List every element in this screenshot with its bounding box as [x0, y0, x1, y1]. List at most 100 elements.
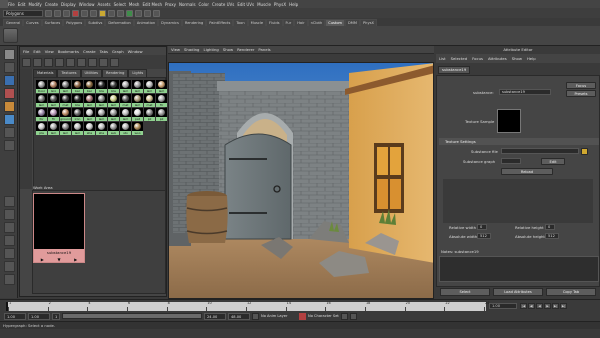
menu-help[interactable]: Help	[289, 2, 298, 7]
paint-select-tool-icon[interactable]	[4, 75, 15, 86]
material-swatch[interactable]: sha	[96, 122, 107, 135]
shelf-tab-general[interactable]: General	[3, 19, 24, 26]
material-swatch[interactable]: lam	[48, 94, 59, 107]
last-tool-icon[interactable]	[4, 140, 15, 151]
keyframe-icon[interactable]	[252, 312, 259, 320]
layout-outliner-icon[interactable]	[4, 235, 15, 246]
substance-name-field[interactable]: substance19	[499, 89, 551, 95]
material-swatch[interactable]: pat	[132, 108, 143, 121]
material-swatch[interactable]: pil	[144, 108, 155, 121]
notes-field[interactable]	[439, 256, 599, 282]
material-swatch[interactable]: Door	[36, 80, 47, 93]
anim-layer-select[interactable]: No Anim Layer	[261, 314, 297, 318]
shelf-tab-rendering[interactable]: Rendering	[181, 19, 207, 26]
layout-custom-icon[interactable]	[4, 274, 15, 285]
shelf-tab-dmm[interactable]: DMM	[345, 19, 360, 26]
hs-menu-edit[interactable]: Edit	[33, 49, 40, 54]
menu-window[interactable]: Window	[79, 2, 95, 7]
ae-menu-help[interactable]: Help	[527, 56, 536, 61]
render-icon[interactable]	[135, 9, 142, 17]
shelf-tab-dynamics[interactable]: Dynamics	[158, 19, 182, 26]
material-swatch[interactable]: sub	[108, 122, 119, 135]
current-time-marker[interactable]	[6, 302, 8, 311]
material-swatch[interactable]: mat	[60, 94, 71, 107]
hs-menu-create[interactable]: Create	[83, 49, 96, 54]
character-set-select[interactable]: No Character Set	[308, 314, 339, 318]
material-swatch[interactable]: ground	[60, 108, 71, 121]
material-swatch[interactable]: iron	[72, 108, 83, 121]
ae-menu-attributes[interactable]: Attributes	[488, 56, 507, 61]
shelf-tab-subdivs[interactable]: Subdivs	[85, 19, 106, 26]
ae-menu-selected[interactable]: Selected	[451, 56, 467, 61]
material-swatch[interactable]: lam	[120, 80, 131, 93]
show-bottom-tabs-icon[interactable]	[44, 57, 53, 67]
hs-menu-tabs[interactable]: Tabs	[100, 49, 108, 54]
shelf-tab-fur[interactable]: Fur	[282, 19, 295, 26]
snap-grid-icon[interactable]	[99, 9, 106, 17]
material-swatch[interactable]: bla	[96, 80, 107, 93]
ae-node-tab[interactable]: substance19	[438, 66, 471, 74]
hs-menu-window[interactable]: Window	[128, 49, 143, 54]
material-swatch[interactable]: woo	[132, 122, 143, 135]
substance-node[interactable]: substance19 ▶ ▼ ▶	[33, 193, 85, 263]
shelf-tab-physx[interactable]: PhysX	[360, 19, 377, 26]
material-swatch[interactable]: lam	[132, 80, 143, 93]
anim-start-field[interactable]: 1.00	[28, 312, 50, 320]
menu-proxy[interactable]: Proxy	[165, 2, 176, 7]
hs-tab-lights[interactable]: Lights	[128, 69, 148, 77]
menu-mesh[interactable]: Mesh	[129, 2, 140, 7]
menu-create-uvs[interactable]: Create UVs	[212, 2, 234, 7]
io-connections-icon[interactable]	[99, 57, 108, 67]
start-time-field[interactable]: 1.00	[4, 312, 26, 320]
material-swatch[interactable]: sto	[120, 122, 131, 135]
ae-menu-list[interactable]: List	[439, 56, 446, 61]
relative-width-field[interactable]: 0	[477, 224, 487, 230]
node-port-down-icon[interactable]: ▼	[57, 257, 60, 262]
material-swatch[interactable]: pil	[156, 108, 167, 121]
hs-menu-view[interactable]: View	[45, 49, 54, 54]
menu-muscle[interactable]: Muscle	[257, 2, 271, 7]
menu-file[interactable]: File	[8, 2, 15, 7]
step-back-key-icon[interactable]: ◀|	[528, 303, 535, 309]
current-frame-field[interactable]: 1.00	[489, 303, 517, 309]
manipulator-tool-icon[interactable]	[4, 127, 15, 138]
layout-single-icon[interactable]	[4, 196, 15, 207]
material-swatch[interactable]: lam	[48, 122, 59, 135]
go-to-start-icon[interactable]: |◀	[520, 303, 527, 309]
material-swatch[interactable]: lam	[108, 94, 119, 107]
menu-create[interactable]: Create	[45, 2, 58, 7]
open-scene-icon[interactable]	[54, 9, 61, 17]
toggle-create-bar-icon[interactable]	[22, 57, 31, 67]
range-current-field[interactable]: 1	[52, 312, 60, 320]
menu-display[interactable]: Display	[61, 2, 76, 7]
absolute-height-field[interactable]: 512	[545, 233, 559, 239]
select-by-object-icon[interactable]	[81, 9, 88, 17]
layout-hypershade-icon[interactable]	[4, 261, 15, 272]
material-swatch[interactable]: sha	[84, 122, 95, 135]
layout-four-icon[interactable]	[4, 209, 15, 220]
material-swatch[interactable]: lam	[132, 94, 143, 107]
material-swatch[interactable]: Gro	[48, 80, 59, 93]
shelf-tab-curves[interactable]: Curves	[23, 19, 42, 26]
menu-edit-uvs[interactable]: Edit UVs	[237, 2, 254, 7]
range-bar[interactable]	[62, 313, 202, 319]
scale-tool-icon[interactable]	[4, 114, 15, 125]
vp-menu-renderer[interactable]: Renderer	[237, 47, 254, 52]
menu-modify[interactable]: Modify	[28, 2, 41, 7]
show-top-tabs-icon[interactable]	[33, 57, 42, 67]
play-backwards-icon[interactable]: ◀	[536, 303, 543, 309]
shelf-tab-fluids[interactable]: Fluids	[266, 19, 283, 26]
load-attributes-button[interactable]: Load Attributes	[493, 288, 543, 296]
render-settings-icon[interactable]	[153, 9, 160, 17]
save-scene-icon[interactable]	[63, 9, 70, 17]
material-swatch[interactable]: fir	[48, 108, 59, 121]
layout-graph-icon[interactable]	[4, 248, 15, 259]
move-tool-icon[interactable]	[4, 88, 15, 99]
shelf-tab-deformation[interactable]: Deformation	[105, 19, 134, 26]
absolute-width-field[interactable]: 512	[477, 233, 491, 239]
hs-tab-rendering[interactable]: Rendering	[102, 69, 129, 77]
shelf-tab-animation[interactable]: Animation	[133, 19, 159, 26]
texture-settings-section[interactable]: Texture Settings	[439, 138, 599, 145]
menu-assets[interactable]: Assets	[98, 2, 111, 7]
character-set-icon[interactable]	[299, 312, 306, 320]
